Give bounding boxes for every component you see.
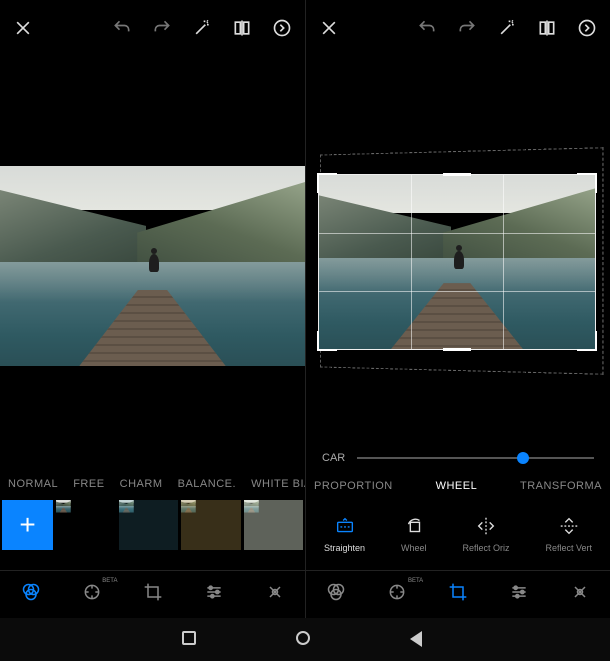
back-button[interactable] [410,631,428,649]
tool-label: Straighten [324,543,365,553]
category-balance[interactable]: BALANCE. [178,478,236,490]
straighten-icon [334,515,356,537]
top-toolbar [0,0,305,56]
compare-icon[interactable] [536,17,558,39]
category-free[interactable]: FREE [73,478,104,490]
home-button[interactable] [296,631,314,649]
perspective-slider[interactable] [357,457,594,459]
magic-wand-icon[interactable] [496,17,518,39]
rotate-icon [403,515,425,537]
add-filter-button[interactable]: +Add [2,500,53,550]
tool-straighten[interactable]: Straighten [324,515,365,553]
category-normal[interactable]: NORMAL [8,478,58,490]
flip-vertical-icon [558,515,580,537]
editor-pane-filters: NORMAL FREE CHARM BALANCE. WHITE BIA +Ad… [0,0,305,618]
redo-icon[interactable] [456,17,478,39]
tab-crop[interactable] [448,582,468,607]
tool-label: Reflect Vert [545,543,592,553]
filter-thumb-spring[interactable]: Spring [244,500,303,550]
filter-thumb-lively[interactable]: Lively [119,500,178,550]
tab-sliders[interactable] [204,582,224,607]
tab-effects[interactable] [265,582,285,607]
close-icon[interactable] [12,17,34,39]
slider-thumb[interactable] [517,452,529,464]
editor-pane-crop: CAR PROPORTION WHEEL TRANSFORMA Straight… [305,0,610,618]
tool-wheel[interactable]: Wheel [401,515,427,553]
close-icon[interactable] [318,17,340,39]
crop-frame[interactable] [318,174,596,350]
category-wheel[interactable]: WHEEL [436,480,478,492]
filter-thumb-normal[interactable]: Normal [56,500,115,550]
bottom-tab-bar: BETA [306,570,610,618]
category-white[interactable]: WHITE BIA [251,478,305,490]
undo-icon[interactable] [111,17,133,39]
filter-thumb-autumn[interactable]: Autumn [181,500,240,550]
slider-label: CAR [322,452,345,464]
android-nav-bar [0,618,610,661]
perspective-slider-row: CAR [306,442,610,474]
tool-reflect-vertical[interactable]: Reflect Vert [545,515,592,553]
compare-icon[interactable] [231,17,253,39]
magic-wand-icon[interactable] [191,17,213,39]
crop-canvas[interactable] [306,56,610,442]
flip-horizontal-icon [475,515,497,537]
filter-category-row: NORMAL FREE CHARM BALANCE. WHITE BIA [0,472,305,496]
transform-category-row: PROPORTION WHEEL TRANSFORMA [306,474,610,498]
tab-filters[interactable] [21,582,41,607]
apply-icon[interactable] [576,17,598,39]
category-transform[interactable]: TRANSFORMA [520,480,602,492]
overview-button[interactable] [182,631,200,649]
transform-tool-grid: Straighten Wheel Reflect Oriz Reflect Ve… [306,498,610,570]
tab-effects[interactable] [570,582,590,607]
undo-icon[interactable] [416,17,438,39]
tab-adjust[interactable]: BETA [82,582,102,607]
tool-label: Reflect Oriz [462,543,509,553]
preview-canvas[interactable] [0,56,305,472]
tab-filters[interactable] [326,582,346,607]
redo-icon[interactable] [151,17,173,39]
tab-sliders[interactable] [509,582,529,607]
top-toolbar [306,0,610,56]
bottom-tab-bar: BETA [0,570,305,618]
apply-icon[interactable] [271,17,293,39]
tab-adjust[interactable]: BETA [387,582,407,607]
tab-crop[interactable] [143,582,163,607]
filter-thumbnail-strip[interactable]: +Add Normal Lively Autumn Spring [0,496,305,552]
category-proportion[interactable]: PROPORTION [314,480,393,492]
tool-label: Wheel [401,543,427,553]
tool-reflect-horizontal[interactable]: Reflect Oriz [462,515,509,553]
category-charm[interactable]: CHARM [120,478,163,490]
